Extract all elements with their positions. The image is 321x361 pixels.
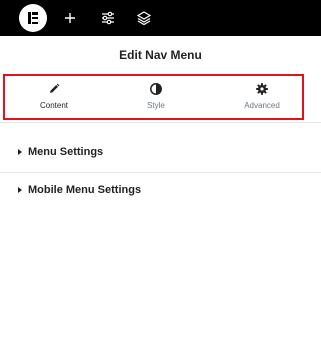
add-icon[interactable] <box>60 8 80 28</box>
divider <box>0 122 321 123</box>
contrast-icon <box>150 83 162 95</box>
panel-title: Edit Nav Menu <box>119 48 202 62</box>
section-menu-settings[interactable]: Menu Settings <box>0 134 321 172</box>
tab-content[interactable]: Content <box>4 82 104 116</box>
caret-right-icon <box>18 149 22 155</box>
section-label: Mobile Menu Settings <box>28 184 142 196</box>
sliders-icon[interactable] <box>98 8 118 28</box>
tab-advanced[interactable]: Advanced <box>212 82 312 116</box>
section-label: Menu Settings <box>28 146 104 158</box>
top-toolbar <box>0 0 321 36</box>
layers-icon[interactable] <box>134 8 154 28</box>
section-mobile-menu-settings[interactable]: Mobile Menu Settings <box>0 172 321 210</box>
tab-style[interactable]: Style <box>106 82 206 116</box>
panel-tabs: Content Style Advanced <box>0 74 321 120</box>
tab-style-label: Style <box>147 101 165 110</box>
gear-icon <box>256 83 268 95</box>
tab-advanced-label: Advanced <box>244 101 280 110</box>
tab-content-label: Content <box>39 101 69 110</box>
pencil-icon <box>50 83 60 93</box>
elementor-logo-icon[interactable] <box>19 4 47 32</box>
caret-right-icon <box>18 187 22 193</box>
